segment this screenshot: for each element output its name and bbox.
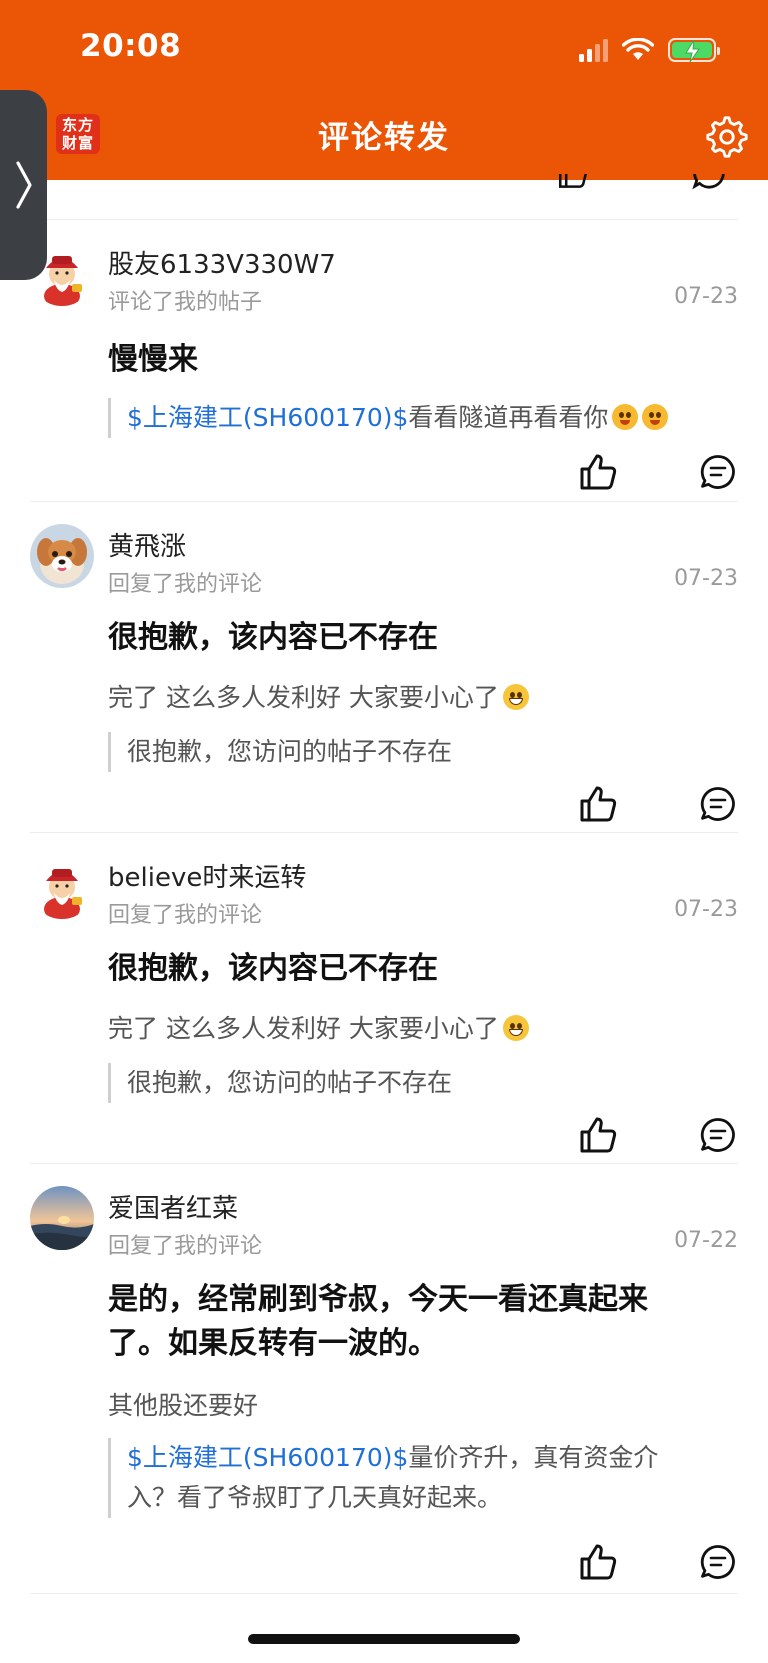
date: 07-23 — [674, 566, 738, 591]
avatar[interactable] — [30, 524, 94, 588]
chevron-right-icon — [15, 161, 32, 209]
comment-icon[interactable] — [700, 454, 736, 490]
cellular-signal-icon — [579, 38, 608, 62]
list-item[interactable]: 股友6133V330W7 评论了我的帖子 07-23 慢慢来 $上海建工(SH6… — [30, 220, 738, 502]
like-icon — [556, 174, 590, 190]
date: 07-23 — [674, 897, 738, 922]
quote-text-line1: 量价齐升，真有资金介 — [408, 1443, 659, 1472]
page-title: 评论转发 — [318, 120, 450, 156]
battery-icon — [668, 38, 720, 63]
home-indicator[interactable] — [248, 1634, 520, 1644]
reply-extra: 完了 这么多人发利好 大家要小心了 — [108, 1011, 728, 1047]
quote-text: 很抱歉，您访问的帖子不存在 — [127, 737, 453, 766]
previous-item-partial — [30, 174, 738, 220]
action-text: 回复了我的评论 — [108, 1234, 263, 1259]
comment-content: 很抱歉，该内容已不存在 — [108, 951, 438, 986]
status-icons — [579, 36, 720, 64]
item-actions — [548, 1115, 738, 1155]
user-name[interactable]: 爱国者红菜 — [108, 1188, 238, 1225]
extra-text: 完了 这么多人发利好 大家要小心了 — [108, 683, 499, 712]
like-icon[interactable] — [578, 784, 618, 824]
comment-body[interactable]: 是的，经常刷到爷叔，今天一看还真起来 了。如果反转有一波的。 — [108, 1278, 728, 1366]
comment-icon[interactable] — [700, 1544, 736, 1580]
user-name[interactable]: 股友6133V330W7 — [108, 244, 336, 281]
user-name[interactable]: believe时来运转 — [108, 857, 306, 894]
quoted-post[interactable]: $上海建工(SH600170)$量价齐升，真有资金介 入？看了爷叔盯了几天真好起… — [108, 1438, 728, 1518]
status-time: 20:08 — [80, 28, 182, 64]
side-drawer-tab[interactable] — [0, 90, 47, 280]
comment-content-line2: 了。如果反转有一波的。 — [108, 1326, 438, 1361]
list-item[interactable]: believe时来运转 回复了我的评论 07-23 很抱歉，该内容已不存在 完了… — [30, 833, 738, 1164]
comment-body[interactable]: 慢慢来 — [108, 338, 728, 382]
list-item[interactable]: 爱国者红菜 回复了我的评论 07-22 是的，经常刷到爷叔，今天一看还真起来 了… — [30, 1164, 738, 1594]
comment-icon[interactable] — [700, 786, 736, 822]
quote-text: 看看隧道再看看你 — [408, 403, 609, 432]
action-text: 回复了我的评论 — [108, 903, 263, 928]
quoted-post[interactable]: 很抱歉，您访问的帖子不存在 — [108, 732, 728, 772]
date: 07-23 — [674, 284, 738, 309]
avatar[interactable] — [30, 1186, 94, 1250]
app-header: 20:08 东方 财富 评论转发 — [0, 0, 768, 180]
like-icon[interactable] — [578, 1542, 618, 1582]
action-text: 回复了我的评论 — [108, 572, 263, 597]
quoted-post[interactable]: $上海建工(SH600170)$看看隧道再看看你 — [108, 398, 728, 438]
extra-text: 其他股还要好 — [108, 1391, 259, 1420]
date: 07-22 — [674, 1228, 738, 1253]
stock-link[interactable]: $上海建工(SH600170)$ — [127, 403, 408, 432]
quote-text: 很抱歉，您访问的帖子不存在 — [127, 1068, 453, 1097]
extra-text: 完了 这么多人发利好 大家要小心了 — [108, 1014, 499, 1043]
stock-link[interactable]: $上海建工(SH600170)$ — [127, 1443, 408, 1472]
comment-content: 很抱歉，该内容已不存在 — [108, 620, 438, 655]
grin-emoji-icon — [502, 684, 529, 710]
grin-emoji-icon — [502, 1015, 529, 1041]
avatar[interactable] — [30, 855, 94, 919]
reply-extra: 完了 这么多人发利好 大家要小心了 — [108, 680, 728, 716]
quoted-post[interactable]: 很抱歉，您访问的帖子不存在 — [108, 1063, 728, 1103]
item-actions — [548, 1542, 738, 1582]
comment-content: 慢慢来 — [108, 342, 198, 377]
quote-text-line2: 入？看了爷叔盯了几天真好起来。 — [127, 1483, 503, 1512]
user-name[interactable]: 黄飛涨 — [108, 526, 186, 563]
comment-icon — [692, 174, 726, 190]
item-actions — [548, 452, 738, 492]
comment-icon[interactable] — [700, 1117, 736, 1153]
list-item[interactable]: 黄飛涨 回复了我的评论 07-23 很抱歉，该内容已不存在 完了 这么多人发利好… — [30, 502, 738, 833]
wifi-icon — [622, 38, 654, 60]
notification-feed[interactable]: 股友6133V330W7 评论了我的帖子 07-23 慢慢来 $上海建工(SH6… — [0, 174, 768, 1594]
blush-emoji-icon — [612, 404, 639, 430]
item-actions — [548, 784, 738, 824]
reply-extra: 其他股还要好 — [108, 1388, 728, 1424]
like-icon[interactable] — [578, 452, 618, 492]
blush-emoji-icon — [642, 404, 669, 430]
comment-body[interactable]: 很抱歉，该内容已不存在 — [108, 947, 728, 991]
comment-body[interactable]: 很抱歉，该内容已不存在 — [108, 616, 728, 660]
like-icon[interactable] — [578, 1115, 618, 1155]
action-text: 评论了我的帖子 — [108, 290, 263, 315]
gear-icon[interactable] — [704, 114, 750, 160]
comment-content-line1: 是的，经常刷到爷叔，今天一看还真起来 — [108, 1282, 648, 1317]
